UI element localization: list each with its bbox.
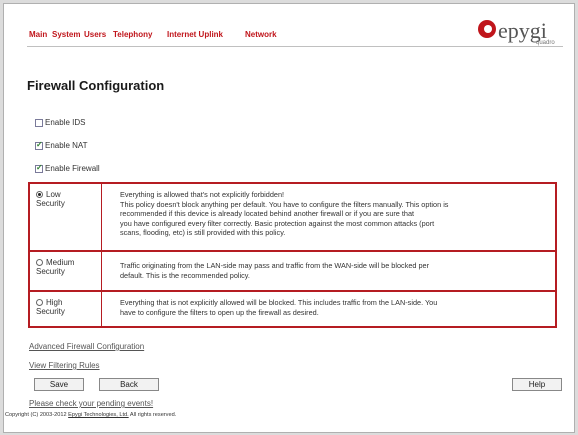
checkbox-label: Enable IDS: [45, 118, 86, 127]
policy-description: Everything that is not explicitly allowe…: [120, 298, 547, 317]
page-title: Firewall Configuration: [27, 78, 165, 93]
logo-mark-icon: [478, 20, 496, 38]
policy-row-low: Low Security Everything is allowed that'…: [30, 184, 555, 252]
policy-description: Traffic originating from the LAN-side ma…: [120, 261, 547, 280]
nav-main[interactable]: Main: [29, 30, 47, 39]
desc-line: have to configure the filters to open up…: [120, 307, 319, 317]
advanced-firewall-link[interactable]: Advanced Firewall Configuration: [29, 342, 144, 351]
policy-label-line1: High: [46, 298, 63, 307]
policy-label-line1: Low: [46, 190, 61, 199]
checkbox-box[interactable]: [35, 163, 43, 173]
enable-ids-checkbox[interactable]: Enable IDS: [35, 118, 85, 127]
nav-internet-uplink[interactable]: Internet Uplink: [167, 30, 223, 39]
radio-unselected-icon[interactable]: [36, 259, 43, 266]
desc-line: Everything is allowed that's not explici…: [120, 190, 285, 199]
policy-option[interactable]: Medium Security: [30, 252, 102, 290]
copyright-prefix: Copyright (C) 2003-2012: [5, 412, 69, 418]
header-divider: [27, 46, 563, 47]
view-filtering-rules-link[interactable]: View Filtering Rules: [29, 361, 100, 370]
desc-line: Traffic originating from the LAN-side ma…: [120, 261, 430, 270]
pending-events-link[interactable]: Please check your pending events!: [29, 399, 153, 408]
epygi-logo: epygi quadro: [478, 18, 564, 48]
policy-label-line2: Security: [36, 307, 65, 316]
policy-row-medium: Medium Security Traffic originating from…: [30, 252, 555, 292]
desc-line: Everything that is not explicitly allowe…: [120, 298, 438, 307]
desc-line: default. This is the recommended policy.: [120, 270, 250, 280]
nav-network[interactable]: Network: [245, 30, 277, 39]
checkbox-box[interactable]: [35, 118, 43, 127]
enable-firewall-checkbox[interactable]: Enable Firewall: [35, 163, 100, 173]
policy-row-high: High Security Everything that is not exp…: [30, 292, 555, 326]
back-button[interactable]: Back: [99, 378, 159, 391]
checkbox-box[interactable]: [35, 140, 43, 150]
radio-selected-icon[interactable]: [36, 191, 43, 198]
policy-option[interactable]: High Security: [30, 292, 102, 326]
security-policy-table: Low Security Everything is allowed that'…: [28, 182, 557, 328]
save-button[interactable]: Save: [34, 378, 84, 391]
policy-option[interactable]: Low Security: [30, 184, 102, 250]
copyright-notice: Copyright (C) 2003-2012 Epygi Technologi…: [5, 412, 176, 418]
nav-telephony[interactable]: Telephony: [113, 30, 152, 39]
policy-description: Everything is allowed that's not explici…: [120, 190, 547, 238]
copyright-suffix: All rights reserved.: [128, 412, 177, 418]
checkbox-label: Enable NAT: [45, 141, 88, 150]
enable-nat-checkbox[interactable]: Enable NAT: [35, 140, 88, 150]
desc-line: recommended if this device is already lo…: [120, 209, 415, 219]
nav-system[interactable]: System: [52, 30, 80, 39]
company-link[interactable]: Epygi Technologies, Ltd.: [68, 412, 129, 418]
help-button[interactable]: Help: [512, 378, 562, 391]
desc-line: you have configured every filter correct…: [120, 218, 435, 228]
policy-label-line1: Medium: [46, 258, 75, 267]
policy-label-line2: Security: [36, 199, 65, 208]
checkbox-label: Enable Firewall: [45, 164, 100, 173]
desc-line: scans, flooding, etc) is still provided …: [120, 228, 286, 238]
policy-label-line2: Security: [36, 267, 65, 276]
nav-users[interactable]: Users: [84, 30, 106, 39]
radio-unselected-icon[interactable]: [36, 299, 43, 306]
desc-line: This policy doesn't block anything per d…: [120, 199, 449, 209]
